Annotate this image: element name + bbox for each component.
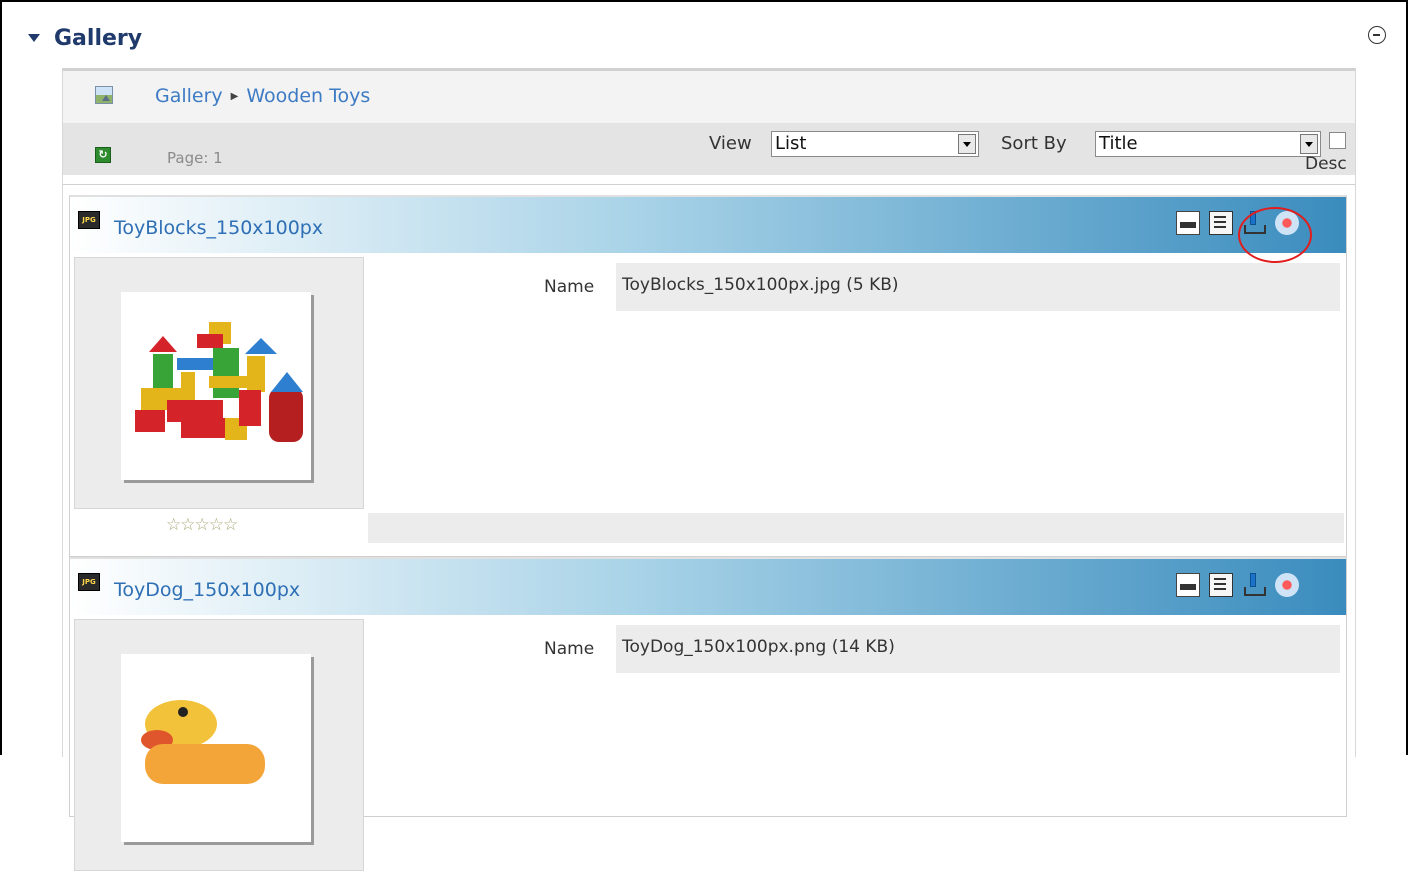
jpg-file-icon: JPG: [78, 573, 100, 591]
workflow-icon[interactable]: [1275, 573, 1299, 597]
view-select[interactable]: List: [771, 131, 979, 157]
toolbar-divider: [63, 175, 1355, 185]
star-rating[interactable]: ☆☆☆☆☆: [166, 515, 238, 535]
item-actions: [1176, 211, 1299, 235]
toy-dog-thumbnail[interactable]: [121, 654, 311, 842]
collapse-triangle-icon[interactable]: [28, 34, 40, 42]
thumbnail-frame: [74, 619, 364, 871]
gallery-item: JPG ToyBlocks_150x100px ☆☆☆☆☆ Name ToyBl…: [69, 195, 1347, 557]
rating-bar: [368, 513, 1344, 543]
portlet-header: Gallery: [28, 20, 142, 56]
jpg-file-icon: JPG: [78, 211, 100, 229]
workflow-icon[interactable]: [1275, 211, 1299, 235]
breadcrumb: Gallery ▶ Wooden Toys: [155, 85, 370, 107]
breadcrumb-wooden-toys-link[interactable]: Wooden Toys: [246, 85, 370, 107]
gallery-toolbar: ↻ Page: 1 View List Sort By Title Desc: [63, 123, 1355, 175]
desc-checkbox[interactable]: [1329, 132, 1346, 149]
name-label: Name: [544, 639, 595, 659]
chevron-down-icon[interactable]: [958, 134, 976, 154]
breadcrumb-bar: Gallery ▶ Wooden Toys: [63, 71, 1355, 123]
item-actions: [1176, 573, 1299, 597]
resize-icon[interactable]: [1176, 573, 1200, 597]
toy-blocks-image: [135, 322, 303, 442]
gallery-container: Gallery ▶ Wooden Toys ↻ Page: 1 View Lis…: [62, 68, 1356, 871]
page-indicator: Page: 1: [167, 149, 223, 167]
item-header: JPG ToyBlocks_150x100px: [70, 197, 1346, 253]
gallery-portlet: Gallery Gallery ▶ Wooden Toys ↻ Page: 1 …: [0, 0, 1408, 871]
refresh-icon[interactable]: ↻: [95, 147, 111, 163]
gallery-item: JPG ToyDog_150x100px Name ToyDog_150x100…: [69, 557, 1347, 871]
toy-dog-image: [141, 700, 265, 784]
thumbnail-frame: [74, 257, 364, 509]
gallery-image-icon: [95, 86, 113, 104]
minimize-icon[interactable]: [1368, 26, 1386, 44]
download-icon[interactable]: [1242, 211, 1266, 235]
sort-by-label: Sort By: [1001, 133, 1067, 154]
properties-icon[interactable]: [1209, 573, 1233, 597]
resize-icon[interactable]: [1176, 211, 1200, 235]
name-label: Name: [544, 277, 595, 297]
name-value: ToyDog_150x100px.png (14 KB): [616, 625, 1340, 673]
view-select-value: List: [775, 133, 807, 154]
download-icon[interactable]: [1242, 573, 1266, 597]
breadcrumb-gallery-link[interactable]: Gallery: [155, 85, 223, 107]
item-header: JPG ToyDog_150x100px: [70, 559, 1346, 615]
breadcrumb-separator-icon: ▶: [230, 90, 239, 102]
portlet-title: Gallery: [54, 25, 143, 51]
name-value: ToyBlocks_150x100px.jpg (5 KB): [616, 263, 1340, 311]
sort-by-select-value: Title: [1099, 133, 1138, 154]
view-label: View: [709, 133, 752, 154]
sort-by-select[interactable]: Title: [1095, 131, 1321, 157]
properties-icon[interactable]: [1209, 211, 1233, 235]
item-title-link[interactable]: ToyDog_150x100px: [114, 579, 300, 601]
desc-label: Desc: [1305, 154, 1347, 174]
chevron-down-icon[interactable]: [1300, 134, 1318, 154]
toy-blocks-thumbnail[interactable]: [121, 292, 311, 480]
item-title-link[interactable]: ToyBlocks_150x100px: [114, 217, 323, 239]
